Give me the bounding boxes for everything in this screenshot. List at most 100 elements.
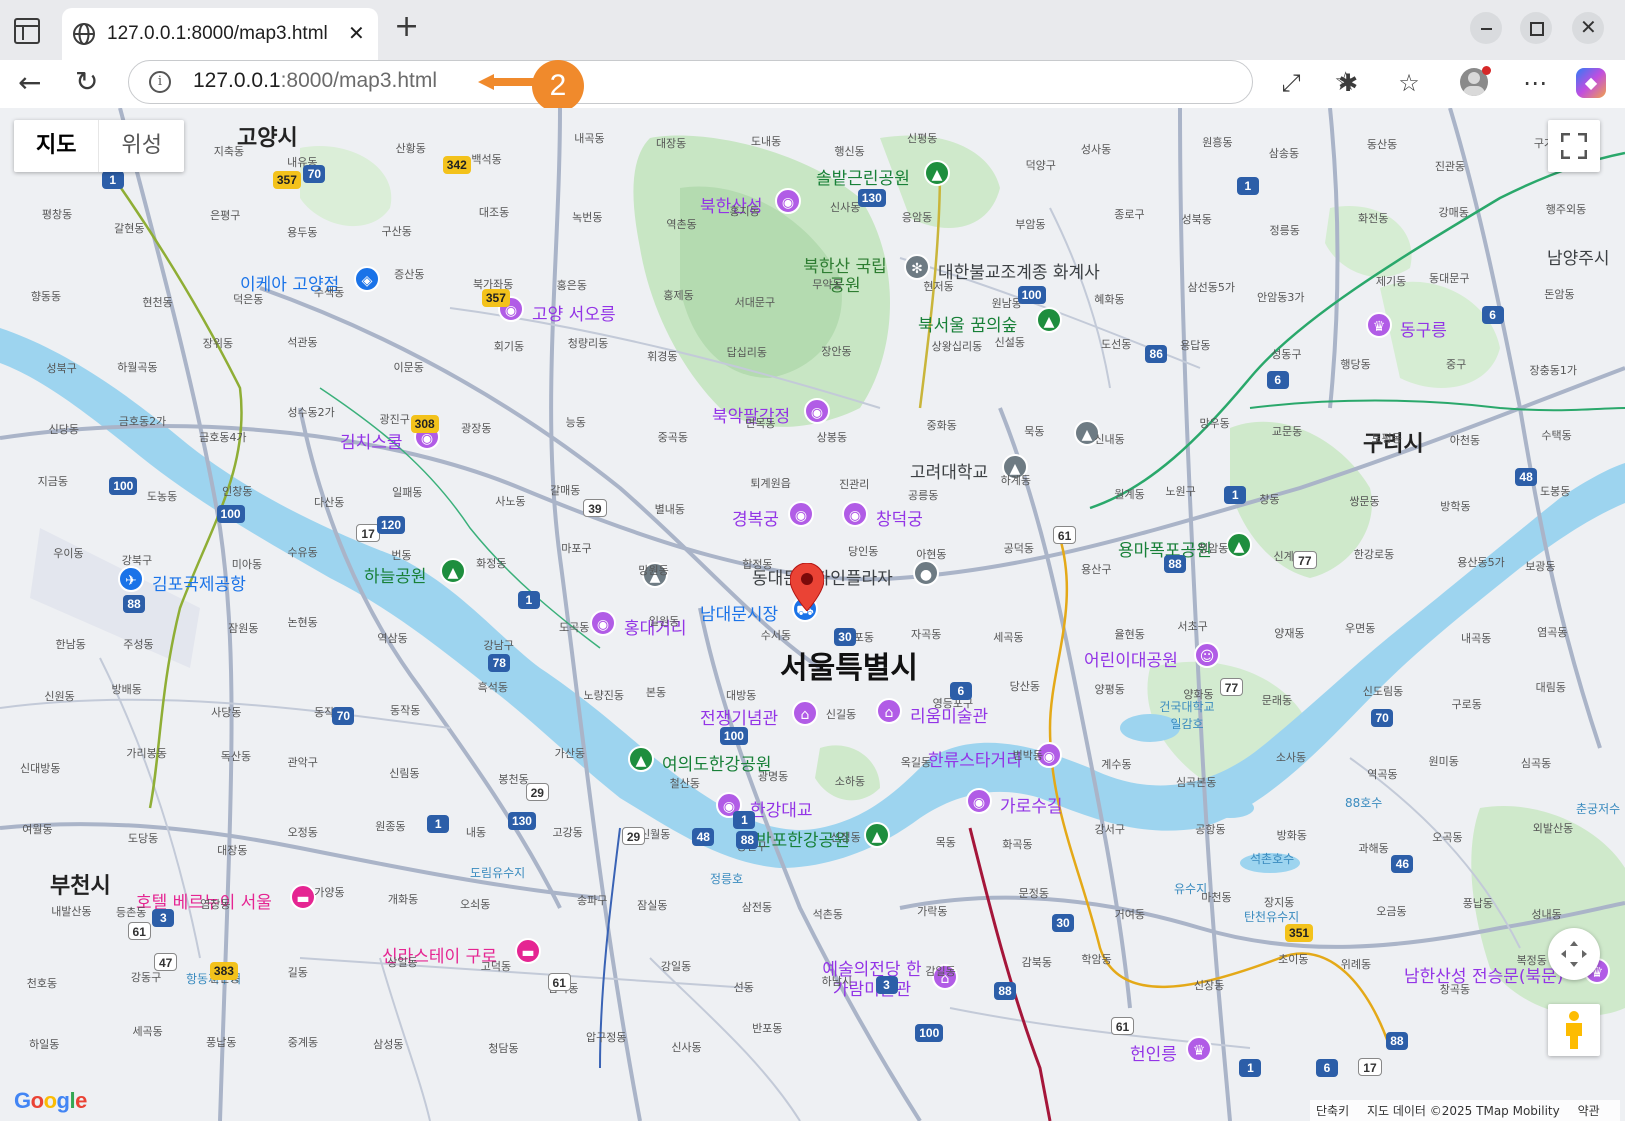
route-shield: 1 xyxy=(101,170,124,189)
district-label: 진관동 xyxy=(1434,159,1466,173)
poi-label[interactable]: 대한불교조계종 화계사 xyxy=(938,258,1100,283)
poi-label[interactable]: 가로수길 xyxy=(1000,792,1063,817)
district-label: 은평구 xyxy=(210,209,241,223)
more-menu-icon[interactable]: ⋯ xyxy=(1520,68,1550,98)
poi-label[interactable]: 솔밭근린공원 xyxy=(816,164,910,189)
site-info-icon[interactable]: i xyxy=(149,71,171,93)
tree-icon[interactable]: ▲ xyxy=(864,822,890,848)
browser-tab[interactable]: 127.0.0.1:8000/map3.html ✕ xyxy=(62,8,378,60)
museum-icon[interactable]: ⌂ xyxy=(876,698,902,724)
open-in-window-icon[interactable]: ⤢ xyxy=(1276,68,1306,98)
google-logo[interactable]: Google xyxy=(14,1088,87,1114)
street-view-pegman-button[interactable] xyxy=(1548,1004,1600,1056)
url-text[interactable]: 127.0.0.1:8000/map3.html xyxy=(193,69,437,93)
close-window-icon[interactable]: ✕ xyxy=(1572,12,1604,44)
back-arrow-icon[interactable]: ← xyxy=(18,66,41,99)
district-label: 지축동 xyxy=(213,145,245,159)
map-type-map-button[interactable]: 지도 xyxy=(14,120,100,172)
poi-label[interactable]: 여의도한강공원 xyxy=(662,750,771,775)
district-label: 성북동 xyxy=(1181,213,1212,227)
district-label: 석관동 xyxy=(287,336,318,350)
new-tab-icon[interactable]: + xyxy=(394,12,419,42)
copilot-icon[interactable]: ◆ xyxy=(1576,68,1606,98)
district-label: 문래동 xyxy=(1261,694,1293,708)
minimize-window-icon[interactable] xyxy=(1470,12,1502,44)
district-label: 수유동 xyxy=(287,546,318,560)
reload-icon[interactable]: ↻ xyxy=(75,65,98,98)
district-label: 삼송동 xyxy=(1268,146,1300,160)
poi-label[interactable]: 한류스타거리 xyxy=(928,746,1022,771)
route-shield: 61 xyxy=(1052,525,1077,544)
crown-icon[interactable]: ♛ xyxy=(1186,1036,1212,1062)
route-shield: 120 xyxy=(377,515,406,534)
district-label: 현저동 xyxy=(923,280,954,294)
shopping-bag-icon[interactable]: ◈ xyxy=(354,266,380,292)
hotel-icon[interactable]: ▬ xyxy=(515,938,541,964)
poi-label[interactable]: 고양 서오릉 xyxy=(532,300,616,325)
poi-label[interactable]: 하늘공원 xyxy=(364,562,427,587)
terms-link[interactable]: 약관 xyxy=(1578,1104,1600,1118)
camera-icon[interactable]: ◉ xyxy=(590,610,616,636)
poi-label[interactable]: 경복궁 xyxy=(732,505,779,530)
map-marker-icon[interactable] xyxy=(790,563,824,611)
camera-icon[interactable]: ◉ xyxy=(788,501,814,527)
district-label: 부암동 xyxy=(1015,217,1046,231)
annotation-badge: 2 xyxy=(532,60,584,112)
poi-label[interactable]: 고려대학교 xyxy=(910,458,988,483)
sidebar-toggle-icon[interactable] xyxy=(14,18,40,44)
route-shield: 3 xyxy=(875,976,898,995)
district-label: 봉천동 xyxy=(498,773,529,787)
route-shield: 88 xyxy=(123,595,146,614)
poi-label[interactable]: 북서울 꿈의숲 xyxy=(918,311,1017,336)
district-label: 복정동 xyxy=(1516,953,1547,967)
district-label: 삼전동 xyxy=(741,900,773,914)
tree-icon[interactable]: ▲ xyxy=(1036,307,1062,333)
camera-control-button[interactable] xyxy=(1548,928,1600,980)
poi-label[interactable]: 한강대교 xyxy=(750,796,813,821)
route-shield: 30 xyxy=(833,628,856,647)
poi-label[interactable]: 헌인릉 xyxy=(1130,1040,1177,1065)
camera-icon[interactable]: ◉ xyxy=(842,501,868,527)
hotel-icon[interactable]: ▬ xyxy=(290,884,316,910)
poi-label[interactable]: 어린이대공원 xyxy=(1084,646,1178,671)
district-label: 강북구 xyxy=(121,553,153,567)
favorites-icon[interactable]: ☆ xyxy=(1394,68,1424,98)
district-label: 역촌동 xyxy=(666,218,697,232)
route-shield: 70 xyxy=(332,707,355,726)
poi-label[interactable]: 동구릉 xyxy=(1400,316,1447,341)
temple-icon[interactable]: ✻ xyxy=(904,254,930,280)
airport-icon[interactable]: ✈ xyxy=(118,566,144,592)
keyboard-shortcuts-link[interactable]: 단축키 xyxy=(1316,1104,1349,1118)
tree-icon[interactable]: ▲ xyxy=(628,746,654,772)
district-label: 세곡동 xyxy=(993,631,1024,645)
poi-label[interactable]: 창덕궁 xyxy=(876,505,923,530)
route-shield: 6 xyxy=(1315,1059,1338,1078)
amusement-icon[interactable]: ☺ xyxy=(1194,642,1220,668)
poi-label[interactable]: 김포국제공항 xyxy=(152,570,246,595)
extensions-icon[interactable]: ✱ xyxy=(1333,68,1363,98)
museum-icon[interactable]: ⌂ xyxy=(792,700,818,726)
route-shield: 77 xyxy=(1293,550,1317,569)
address-bar[interactable]: i 127.0.0.1:8000/map3.html ☆ xyxy=(128,60,1357,104)
tree-icon[interactable]: ▲ xyxy=(1226,532,1252,558)
google-map[interactable]: 고양시 서울특별시 구리시 부천시 남양주시 북한산성 ◉ 솔밭근린공원 ▲ 북… xyxy=(0,108,1625,1121)
tree-icon[interactable]: ▲ xyxy=(440,558,466,584)
camera-icon[interactable]: ◉ xyxy=(775,188,801,214)
district-label: 주성동 xyxy=(123,638,154,652)
fullscreen-button[interactable] xyxy=(1548,120,1600,172)
place-icon[interactable]: ● xyxy=(913,560,939,586)
tree-icon[interactable]: ▲ xyxy=(924,160,950,186)
district-label: 대림동 xyxy=(1535,681,1567,695)
poi-label[interactable]: 김치스쿨 xyxy=(340,428,403,453)
poi-label[interactable]: 남대문시장 xyxy=(700,600,778,625)
camera-icon[interactable]: ◉ xyxy=(966,788,992,814)
camera-icon[interactable]: ◉ xyxy=(804,398,830,424)
close-tab-icon[interactable]: ✕ xyxy=(348,21,365,45)
map-type-satellite-button[interactable]: 위성 xyxy=(99,120,183,172)
poi-label[interactable]: 전쟁기념관 xyxy=(700,704,778,729)
water-label: 정릉호 xyxy=(710,872,744,886)
district-label: 범박동 xyxy=(1012,749,1043,763)
maximize-window-icon[interactable] xyxy=(1520,12,1552,44)
crown-icon[interactable]: ♛ xyxy=(1366,312,1392,338)
tab-bar: 127.0.0.1:8000/map3.html ✕ + ✕ xyxy=(0,0,1625,60)
